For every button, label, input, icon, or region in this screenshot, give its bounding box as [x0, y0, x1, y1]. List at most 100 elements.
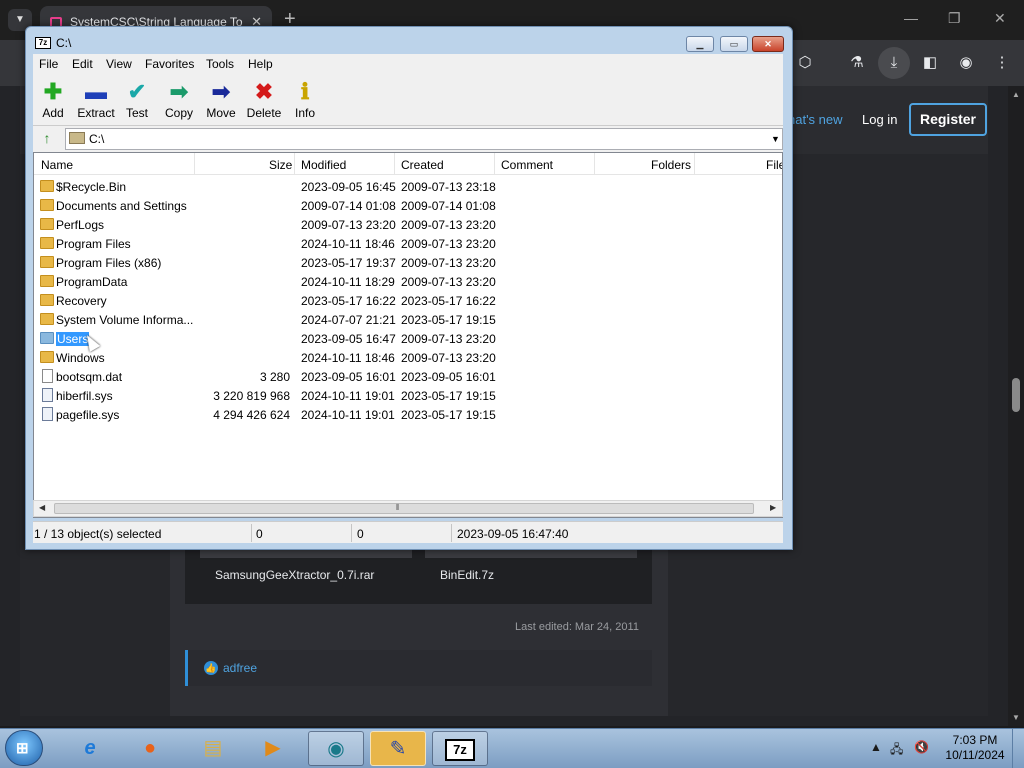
item-name: Program Files (x86) [56, 256, 162, 270]
move-button[interactable]: ➡ Move [199, 78, 243, 120]
side-panel-icon[interactable]: ◧ [920, 53, 940, 73]
col-modified[interactable]: Modified [301, 158, 346, 172]
extensions-icon[interactable]: ⬡ [795, 53, 815, 73]
attachment-name[interactable]: BinEdit.7z [440, 568, 494, 582]
network-icon[interactable]: 🖧 [890, 740, 903, 761]
col-divider[interactable] [294, 153, 295, 175]
reaction-user-link[interactable]: adfree [223, 661, 257, 675]
browser-close-icon[interactable]: ✕ [994, 10, 1006, 27]
folder-icon [40, 275, 54, 287]
menu-file[interactable]: File [39, 57, 58, 71]
list-item-selected[interactable]: Users 2023-09-05 16:47 2009-07-13 23:20 [34, 329, 782, 348]
attachment-name[interactable]: SamsungGeeXtractor_0.7i.rar [215, 568, 374, 582]
item-modified: 2009-07-13 23:20 [301, 218, 396, 232]
horizontal-scroll-thumb[interactable] [54, 503, 754, 514]
menu-favorites[interactable]: Favorites [145, 57, 194, 71]
labs-flask-icon[interactable]: ⚗ [847, 53, 867, 73]
list-item[interactable]: Windows 2024-10-11 18:46 2009-07-13 23:20 [34, 348, 782, 367]
copy-button[interactable]: ➡ Copy [157, 78, 201, 120]
address-text[interactable]: C:\ [89, 132, 104, 146]
list-item[interactable]: PerfLogs 2009-07-13 23:20 2009-07-13 23:20 [34, 215, 782, 234]
col-folders[interactable]: Folders [651, 158, 691, 172]
col-size[interactable]: Size [269, 158, 292, 172]
volume-muted-icon[interactable]: 🔇 [914, 740, 929, 754]
firefox-icon[interactable]: ● [122, 731, 178, 766]
list-item[interactable]: Recovery 2023-05-17 16:22 2023-05-17 16:22 [34, 291, 782, 310]
list-item[interactable]: $Recycle.Bin 2023-09-05 16:45 2009-07-13 2… [34, 177, 782, 196]
7zip-taskbar-button[interactable]: 7z [432, 731, 488, 766]
list-item[interactable]: System Volume Informa... 2024-07-07 21:21… [34, 310, 782, 329]
col-divider[interactable] [694, 153, 695, 175]
profile-avatar-icon[interactable]: ◉ [956, 53, 976, 73]
add-button[interactable]: ✚ Add [31, 78, 75, 120]
list-item[interactable]: pagefile.sys 4 294 426 624 2024-10-11 19:0… [34, 405, 782, 424]
delete-button[interactable]: ✖ Delete [242, 78, 286, 120]
address-field[interactable] [65, 128, 783, 150]
col-divider[interactable] [594, 153, 595, 175]
horizontal-scrollbar[interactable]: ◀ ⦀ ▶ [33, 500, 783, 517]
download-icon[interactable]: ⤓ [884, 53, 904, 73]
status-divider [251, 524, 252, 542]
col-files[interactable]: File [766, 158, 782, 172]
register-button[interactable]: Register [909, 103, 987, 136]
info-button[interactable]: ℹ Info [283, 78, 327, 120]
last-edited-text: Last edited: Mar 24, 2011 [515, 621, 639, 633]
item-name: Windows [56, 351, 105, 365]
scroll-right-icon[interactable]: ▶ [770, 503, 776, 512]
menu-edit[interactable]: Edit [72, 57, 93, 71]
tray-expand-icon[interactable]: ▲ [870, 740, 882, 754]
list-item[interactable]: ProgramData 2024-10-11 18:29 2009-07-13 23… [34, 272, 782, 291]
col-divider[interactable] [194, 153, 195, 175]
show-desktop-button[interactable] [1012, 729, 1024, 768]
status-divider [351, 524, 352, 542]
menu-help[interactable]: Help [248, 57, 273, 71]
test-button[interactable]: ✔ Test [115, 78, 159, 120]
col-comment[interactable]: Comment [501, 158, 553, 172]
folder-icon [40, 180, 54, 192]
archive-tool-icon[interactable]: ✎ [370, 731, 426, 766]
item-name: pagefile.sys [56, 408, 120, 422]
menu-view[interactable]: View [106, 57, 132, 71]
test-label: Test [125, 106, 148, 120]
start-button[interactable]: ⊞ [5, 730, 43, 766]
folder-icon [40, 294, 54, 306]
item-name: PerfLogs [56, 218, 105, 232]
list-item[interactable]: Program Files 2024-10-11 18:46 2009-07-13 … [34, 234, 782, 253]
minimize-button[interactable]: ▁ [686, 36, 714, 52]
col-divider[interactable] [494, 153, 495, 175]
item-created: 2023-05-17 19:15 [401, 389, 496, 403]
file-list[interactable]: Name Size Modified Created Comment Folde… [33, 152, 783, 518]
list-item[interactable]: Documents and Settings 2009-07-14 01:08 20… [34, 196, 782, 215]
scroll-left-icon[interactable]: ◀ [39, 503, 45, 512]
item-created: 2009-07-13 23:20 [401, 332, 496, 346]
system-clock[interactable]: 7:03 PM 10/11/2024 [944, 733, 1006, 763]
col-divider[interactable] [394, 153, 395, 175]
scroll-up-icon[interactable]: ▲ [1012, 90, 1020, 99]
scrollbar-thumb[interactable] [1012, 378, 1020, 412]
internet-explorer-icon[interactable]: e [62, 731, 118, 766]
scroll-down-icon[interactable]: ▼ [1012, 713, 1020, 722]
list-item[interactable]: bootsqm.dat 3 280 2023-09-05 16:01 2023-09-… [34, 367, 782, 386]
list-item[interactable]: Program Files (x86) 2023-05-17 19:37 2009-… [34, 253, 782, 272]
col-name[interactable]: Name [41, 158, 73, 172]
browser-minimize-icon[interactable]: — [904, 10, 918, 26]
folder-up-icon[interactable]: ↑ [37, 130, 57, 150]
login-link[interactable]: Log in [862, 112, 897, 127]
window-titlebar[interactable]: 7z C:\ ▁ ▭ ✕ [26, 27, 792, 57]
page-scrollbar[interactable]: ▲ ▼ [1008, 86, 1024, 726]
media-player-icon[interactable]: ▶ [245, 731, 301, 766]
browser-menu-icon[interactable]: ⋮ [992, 53, 1012, 73]
menu-tools[interactable]: Tools [206, 57, 234, 71]
list-item[interactable]: hiberfil.sys 3 220 819 968 2024-10-11 19:0… [34, 386, 782, 405]
maximize-button[interactable]: ▭ [720, 36, 748, 52]
col-created[interactable]: Created [401, 158, 444, 172]
whats-new-link[interactable]: hat's new [788, 112, 843, 127]
item-created: 2023-05-17 19:15 [401, 408, 496, 422]
extract-button[interactable]: ▬ Extract [74, 78, 118, 120]
address-dropdown-icon[interactable]: ▼ [771, 134, 780, 144]
browser-app-icon[interactable]: ◉ [308, 731, 364, 766]
file-explorer-icon[interactable]: ▤ [185, 731, 241, 766]
browser-restore-icon[interactable]: ❐ [948, 10, 961, 27]
close-button[interactable]: ✕ [752, 36, 784, 52]
status-selection: 1 / 13 object(s) selected [34, 527, 162, 541]
